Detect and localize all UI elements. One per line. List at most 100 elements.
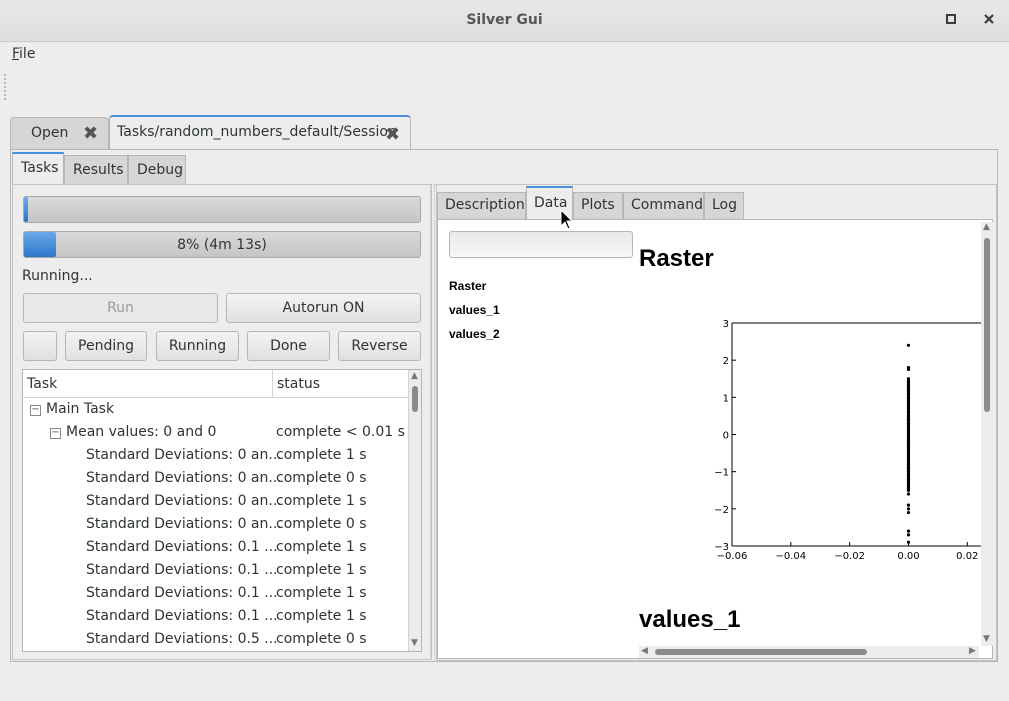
tree-row[interactable]: Standard Deviations: 0 an... complete 1 s [23,491,409,514]
tree-row[interactable]: Standard Deviations: 0.1 ... complete 1 s [23,583,409,606]
data-view-vertical-scrollbar[interactable]: ▲ ▼ [981,222,993,646]
overall-progress-fill [24,197,28,222]
toolbar-grip[interactable] [4,74,7,100]
task-label: Standard Deviations: 0.5 ... [86,631,278,647]
task-status: complete 1 s [276,539,367,555]
tab-log[interactable]: Log [704,192,744,220]
task-status: complete 1 s [276,562,367,578]
scroll-left-icon[interactable]: ◀ [641,646,648,656]
data-link-values-1[interactable]: values_1 [449,303,500,317]
data-link-values-2[interactable]: values_2 [449,327,500,341]
task-status: complete 0 s [276,516,367,532]
scatter-point [906,503,911,507]
scroll-up-icon[interactable]: ▲ [411,371,418,381]
tree-row[interactable]: Standard Deviations: 0 an... complete 0 s [23,468,409,491]
tab-session[interactable]: Tasks/random_numbers_default/Session ✖ [109,115,411,151]
tab-results[interactable]: Results [64,155,128,184]
scatter-point [906,529,911,533]
collapse-icon[interactable]: − [50,428,61,439]
x-tick-label: −0.04 [775,551,806,562]
tree-row[interactable]: Standard Deviations: 0 an... complete 1 s [23,445,409,468]
tree-row[interactable]: Standard Deviations: 0.1 ... complete 1 s [23,560,409,583]
y-tick-label: 0 [723,431,729,442]
column-header-task[interactable]: Task [27,376,57,392]
tree-row[interactable]: Standard Deviations: 0.1 ... complete 1 s [23,606,409,629]
task-status: complete 0 s [276,470,367,486]
y-tick-label: −2 [714,505,729,516]
horizontal-scroll-thumb[interactable] [655,649,867,655]
x-tick-label: 0.00 [897,551,919,562]
menu-file[interactable]: File [12,46,35,62]
data-view-horizontal-scrollbar[interactable]: ◀ ▶ [639,646,979,658]
y-tick-label: −3 [714,542,729,553]
scroll-down-icon[interactable]: ▼ [983,634,990,644]
tab-close-icon[interactable]: ✖ [385,124,400,145]
y-tick-label: 1 [723,393,729,404]
filter-checkbox-button[interactable] [23,331,57,361]
scroll-up-icon[interactable]: ▲ [983,222,990,232]
close-icon[interactable] [979,10,999,30]
scatter-point [906,379,911,383]
task-label: Standard Deviations: 0 an... [86,516,282,532]
scatter-point [906,367,911,372]
x-tick-label: −0.02 [834,551,865,562]
tab-close-icon[interactable]: ✖ [83,123,98,144]
task-status: complete 1 s [276,608,367,624]
task-status: complete 1 s [276,585,367,601]
tab-debug[interactable]: Debug [128,155,186,184]
tree-row-mean-values[interactable]: − Mean values: 0 and 0 complete < 0.01 s [23,422,409,445]
column-header-status[interactable]: status [277,376,320,392]
task-status: complete 1 s [276,493,367,509]
tab-description[interactable]: Description [437,192,526,220]
tab-command[interactable]: Command [623,192,704,220]
pane-splitter[interactable] [430,184,435,660]
done-button[interactable]: Done [247,331,330,361]
section-heading-raster: Raster [639,245,714,272]
data-search-input[interactable] [449,231,633,258]
maximize-icon[interactable] [941,10,961,30]
collapse-icon[interactable]: − [30,405,41,416]
running-button[interactable]: Running [156,331,239,361]
raster-plot: −0.06 −0.04 −0.02 0.00 0.023210−1−2−3 [714,319,982,562]
task-label: Standard Deviations: 0 an... [86,470,282,486]
tree-row-main-task[interactable]: − Main Task [23,399,409,422]
scroll-down-icon[interactable]: ▼ [411,638,418,648]
tree-scrollbar[interactable]: ▲ ▼ [408,370,421,651]
task-label: Standard Deviations: 0 an... [86,493,282,509]
tree-header: Task status [23,370,409,398]
section-heading-values-1: values_1 [639,606,741,633]
run-button[interactable]: Run [23,293,218,323]
scatter-point [906,510,911,515]
tree-row[interactable]: Standard Deviations: 0.5 ... complete 0 s [23,629,409,651]
reverse-button[interactable]: Reverse [338,331,421,361]
tree-scroll-thumb[interactable] [412,386,418,412]
scatter-point [906,343,911,347]
y-tick-label: 3 [723,319,729,330]
x-tick-label: 0.02 [956,551,978,562]
tree-row[interactable]: Standard Deviations: 0.1 ... complete 1 s [23,537,409,560]
task-tree[interactable]: Task status − Main Task − Mean values: 0… [22,369,422,652]
tab-open[interactable]: Open ✖ [10,117,109,150]
tab-tasks[interactable]: Tasks [12,152,64,185]
scroll-right-icon[interactable]: ▶ [969,646,976,656]
tree-row[interactable]: Standard Deviations: 0 an... complete 0 s [23,514,409,537]
menu-bar: File [0,42,1009,68]
task-label: Standard Deviations: 0.1 ... [86,585,278,601]
task-label: Standard Deviations: 0 an... [86,447,282,463]
autorun-button[interactable]: Autorun ON [226,293,421,323]
scatter-point [906,533,911,537]
progress-label: 8% (4m 13s) [177,237,267,253]
data-link-raster[interactable]: Raster [449,279,486,293]
vertical-scroll-thumb[interactable] [984,238,990,412]
task-label: Standard Deviations: 0.1 ... [86,608,278,624]
mouse-cursor-icon [560,209,574,230]
title-bar: Silver Gui [0,0,1009,42]
scatter-point [906,492,911,496]
overall-progress-bar [23,196,421,223]
pending-button[interactable]: Pending [65,331,147,361]
task-status: complete 1 s [276,447,367,463]
y-tick-label: 2 [723,356,729,367]
tab-plots[interactable]: Plots [573,192,623,220]
y-tick-label: −1 [714,468,729,479]
task-progress-bar: 8% (4m 13s) [23,231,421,258]
